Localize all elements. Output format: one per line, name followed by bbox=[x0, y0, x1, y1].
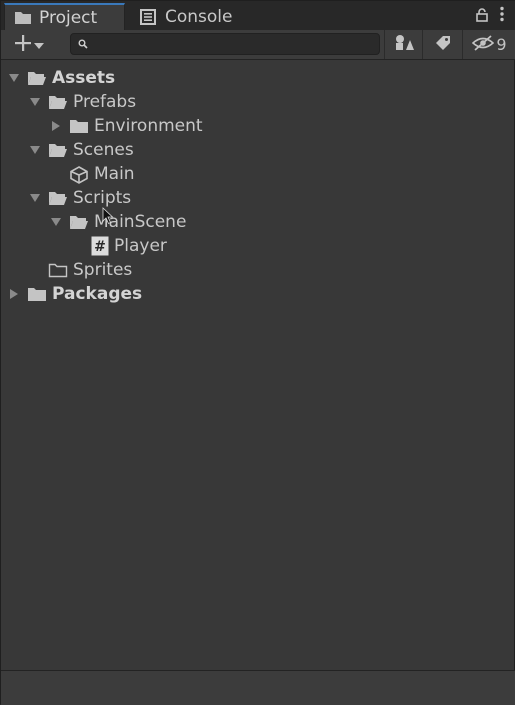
tree-item-sprites[interactable]: Sprites bbox=[48, 258, 132, 282]
tree-item-prefabs[interactable]: Prefabs bbox=[28, 90, 136, 114]
tree-item-label: Sprites bbox=[73, 260, 133, 280]
folder-open-icon bbox=[27, 70, 47, 86]
tree-item-assets[interactable]: Assets bbox=[7, 66, 115, 90]
create-dropdown-button[interactable] bbox=[8, 33, 50, 57]
tree-item-label: Player bbox=[114, 236, 167, 256]
tree-item-main-scene[interactable]: Main bbox=[69, 162, 135, 186]
folder-open-icon bbox=[48, 94, 68, 110]
project-toolbar: 9 bbox=[1, 30, 515, 60]
expanded-arrow-icon[interactable] bbox=[28, 143, 42, 157]
folder-open-icon bbox=[69, 214, 89, 230]
tree-item-mainscene[interactable]: MainScene bbox=[49, 210, 186, 234]
project-window: Project Console 9 Assets Prefabs Environ… bbox=[0, 0, 515, 705]
plus-icon bbox=[13, 33, 33, 57]
tree-item-scenes[interactable]: Scenes bbox=[28, 138, 134, 162]
tree-item-label: Environment bbox=[94, 116, 203, 136]
tree-item-label: Main bbox=[94, 164, 135, 184]
csharp-script-icon: # bbox=[91, 236, 109, 256]
folder-closed-icon bbox=[27, 286, 47, 302]
svg-text:#: # bbox=[94, 239, 106, 255]
tree-item-environment[interactable]: Environment bbox=[49, 114, 203, 138]
filter-by-label-button[interactable] bbox=[422, 30, 462, 59]
search-input[interactable] bbox=[94, 35, 368, 53]
label-tag-icon bbox=[434, 34, 452, 56]
folder-empty-icon bbox=[48, 262, 68, 278]
eye-slash-icon bbox=[472, 34, 495, 55]
lock-icon[interactable] bbox=[476, 7, 488, 26]
tab-project[interactable]: Project bbox=[4, 3, 125, 30]
tab-bar: Project Console bbox=[1, 1, 515, 30]
tab-console-label: Console bbox=[165, 6, 233, 27]
expanded-arrow-icon[interactable] bbox=[28, 191, 42, 205]
tab-project-label: Project bbox=[39, 7, 98, 28]
filter-by-type-button[interactable] bbox=[384, 30, 422, 59]
tree-item-label: Scripts bbox=[73, 188, 132, 208]
console-icon bbox=[140, 8, 158, 25]
chevron-down-icon bbox=[33, 36, 45, 55]
kebab-menu-icon[interactable] bbox=[500, 6, 504, 26]
tree-item-player-script[interactable]: # Player bbox=[91, 234, 167, 258]
expanded-arrow-icon[interactable] bbox=[28, 95, 42, 109]
search-icon bbox=[78, 39, 88, 49]
tree-item-label: Packages bbox=[52, 284, 143, 304]
tab-console[interactable]: Console bbox=[138, 3, 268, 30]
mouse-cursor-icon bbox=[102, 207, 114, 225]
folder-open-icon bbox=[48, 190, 68, 206]
unity-scene-icon bbox=[69, 166, 89, 184]
type-filter-icon bbox=[394, 34, 414, 56]
folder-icon bbox=[14, 10, 32, 26]
search-field[interactable] bbox=[70, 33, 380, 55]
folder-open-icon bbox=[48, 142, 68, 158]
collapsed-arrow-icon[interactable] bbox=[49, 119, 63, 133]
collapsed-arrow-icon[interactable] bbox=[7, 287, 21, 301]
status-footer bbox=[1, 670, 515, 705]
expanded-arrow-icon[interactable] bbox=[49, 215, 63, 229]
tree-item-label: Prefabs bbox=[73, 92, 137, 112]
toggle-hidden-packages-button[interactable]: 9 bbox=[462, 30, 515, 59]
tree-item-label: Scenes bbox=[73, 140, 134, 160]
folder-closed-icon bbox=[69, 118, 89, 134]
tree-item-scripts[interactable]: Scripts bbox=[28, 186, 131, 210]
expanded-arrow-icon[interactable] bbox=[7, 71, 21, 85]
tree-item-packages[interactable]: Packages bbox=[7, 282, 142, 306]
hidden-packages-count: 9 bbox=[496, 35, 507, 54]
tree-item-label: Assets bbox=[52, 68, 116, 88]
